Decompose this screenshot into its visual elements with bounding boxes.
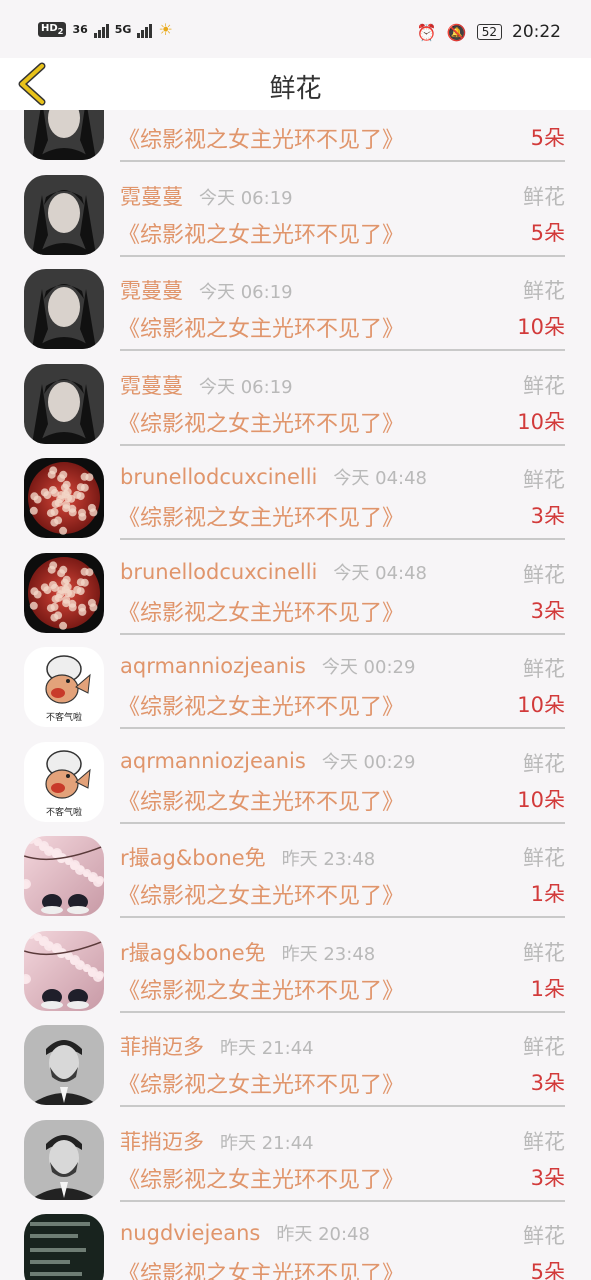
- battery-icon: 52: [476, 24, 502, 40]
- user-name-text: brunellodcuxcinelli: [120, 465, 318, 489]
- gift-time: 昨天 21:44: [220, 1132, 314, 1154]
- user-name-text: 菲捎迈多: [120, 1035, 204, 1059]
- hd-sub: 2: [57, 26, 64, 36]
- user-name[interactable]: r撮ag&bone免 昨天 23:48: [120, 937, 375, 967]
- gift-time: 今天 00:29: [321, 751, 416, 773]
- gift-time: 昨天 21:44: [220, 1038, 314, 1059]
- bulb-icon: ☀: [158, 20, 173, 39]
- user-name-text: 霓蔓蔓: [120, 373, 183, 398]
- gift-type: 鲜花: [523, 1224, 565, 1248]
- gift-type: 鲜花: [523, 751, 565, 776]
- gift-type: 鲜花: [523, 940, 565, 965]
- user-name-text: brunellodcuxcinelli: [120, 559, 318, 584]
- signal-icon: [93, 22, 109, 38]
- user-name-text: aqrmanniozjeanis: [120, 748, 306, 773]
- flower-list: 《综影视之女主光环不见了》 5朵 霓蔓蔓 今天 06:19 鲜花 《综影视之女主光…: [0, 58, 591, 1280]
- list-item[interactable]: 霓蔓蔓 今天 06:19 鲜花 《综影视之女主光环不见了》 10朵: [0, 241, 591, 351]
- user-name[interactable]: brunellodcuxcinelli 今天 04:48: [120, 464, 427, 490]
- list-item[interactable]: 霓蔓蔓 今天 06:19 鲜花 《综影视之女主光环不见了》 5朵: [0, 147, 591, 257]
- gift-type: 鲜花: [523, 657, 565, 681]
- gift-type: 鲜花: [523, 279, 565, 303]
- list-item[interactable]: r撮ag&bone免 昨天 23:48 鲜花 《综影视之女主光环不见了》 1朵: [0, 903, 591, 1013]
- gift-time: 昨天 20:48: [276, 1224, 370, 1245]
- flower-count: 5朵: [530, 1260, 565, 1280]
- user-name-text: r撮ag&bone免: [120, 846, 266, 870]
- user-name-text: 霓蔓蔓: [120, 279, 183, 303]
- user-name-text: nugdviejeans: [120, 1221, 261, 1245]
- page-title: 鲜花: [269, 74, 322, 104]
- user-name[interactable]: 菲捎迈多 昨天 21:44: [120, 1031, 314, 1061]
- user-name[interactable]: 霓蔓蔓 今天 06:19: [120, 275, 293, 305]
- user-name[interactable]: brunellodcuxcinelli 今天 04:48: [120, 559, 427, 585]
- list-item[interactable]: nugdviejeans 昨天 20:48 鲜花 《综影视之女主光环不见了》 5朵: [0, 1186, 591, 1280]
- list-item[interactable]: 不客气啦 aqrmanniozjeanis 今天 00:29 鲜花 《综影视之女主…: [0, 619, 591, 729]
- gift-time: 今天 04:48: [333, 562, 427, 584]
- net1-label: 36: [72, 23, 88, 36]
- top-bar: 鲜花: [0, 58, 591, 110]
- net2-label: 5G: [114, 23, 132, 36]
- list-item[interactable]: 菲捎迈多 昨天 21:44 鲜花 《综影视之女主光环不见了》 3朵: [0, 997, 591, 1107]
- gift-type: 鲜花: [523, 1129, 565, 1154]
- list-item[interactable]: 菲捎迈多 昨天 21:44 鲜花 《综影视之女主光环不见了》 3朵: [0, 1092, 591, 1202]
- user-name-text: r撮ag&bone免: [120, 940, 266, 965]
- list-item[interactable]: 霓蔓蔓 今天 06:19 鲜花 《综影视之女主光环不见了》 10朵: [0, 336, 591, 446]
- gift-time: 昨天 23:48: [281, 849, 376, 870]
- user-name[interactable]: 霓蔓蔓 今天 06:19: [120, 370, 293, 400]
- status-bar: HD2 36 5G ☀ ⏰ 🔕 52 20:22: [0, 0, 591, 58]
- alarm-icon: ⏰: [416, 22, 437, 42]
- gift-time: 今天 00:29: [321, 657, 416, 678]
- user-name[interactable]: aqrmanniozjeanis 今天 00:29: [120, 653, 415, 679]
- avatar[interactable]: [24, 1214, 104, 1280]
- user-name-text: aqrmanniozjeanis: [120, 654, 306, 678]
- user-name[interactable]: aqrmanniozjeanis 今天 00:29: [120, 748, 415, 774]
- gift-type: 鲜花: [523, 184, 565, 209]
- status-time: 20:22: [512, 22, 561, 42]
- gift-type: 鲜花: [523, 846, 565, 870]
- user-name[interactable]: nugdviejeans 昨天 20:48: [120, 1220, 370, 1246]
- gift-time: 昨天 23:48: [281, 943, 376, 965]
- gift-type: 鲜花: [523, 1035, 565, 1059]
- gift-time: 今天 06:19: [199, 282, 293, 303]
- list-item[interactable]: r撮ag&bone免 昨天 23:48 鲜花 《综影视之女主光环不见了》 1朵: [0, 808, 591, 918]
- list-item[interactable]: brunellodcuxcinelli 今天 04:48 鲜花 《综影视之女主光环…: [0, 525, 591, 635]
- user-name[interactable]: r撮ag&bone免 昨天 23:48: [120, 842, 375, 872]
- gift-time: 今天 04:48: [333, 468, 427, 489]
- user-name[interactable]: 菲捎迈多 昨天 21:44: [120, 1126, 314, 1156]
- list-item[interactable]: brunellodcuxcinelli 今天 04:48 鲜花 《综影视之女主光环…: [0, 430, 591, 540]
- status-left: HD2 36 5G ☀: [38, 20, 173, 39]
- gift-type: 鲜花: [523, 468, 565, 492]
- hd-label: HD: [41, 23, 58, 34]
- user-name-text: 霓蔓蔓: [120, 184, 183, 209]
- gift-type: 鲜花: [523, 373, 565, 398]
- user-name-text: 菲捎迈多: [120, 1129, 204, 1154]
- user-name[interactable]: 霓蔓蔓 今天 06:19: [120, 181, 293, 211]
- gift-time: 今天 06:19: [199, 376, 293, 398]
- mute-icon: 🔕: [446, 22, 467, 42]
- status-right: ⏰ 🔕 52 20:22: [417, 22, 561, 42]
- book-title[interactable]: 《综影视之女主光环不见了》: [118, 1256, 404, 1280]
- list-item[interactable]: 不客气啦 aqrmanniozjeanis 今天 00:29 鲜花 《综影视之女主…: [0, 714, 591, 824]
- signal-icon: [137, 22, 153, 38]
- hd-badge: HD2: [38, 22, 67, 37]
- gift-time: 今天 06:19: [199, 187, 293, 209]
- gift-type: 鲜花: [523, 562, 565, 587]
